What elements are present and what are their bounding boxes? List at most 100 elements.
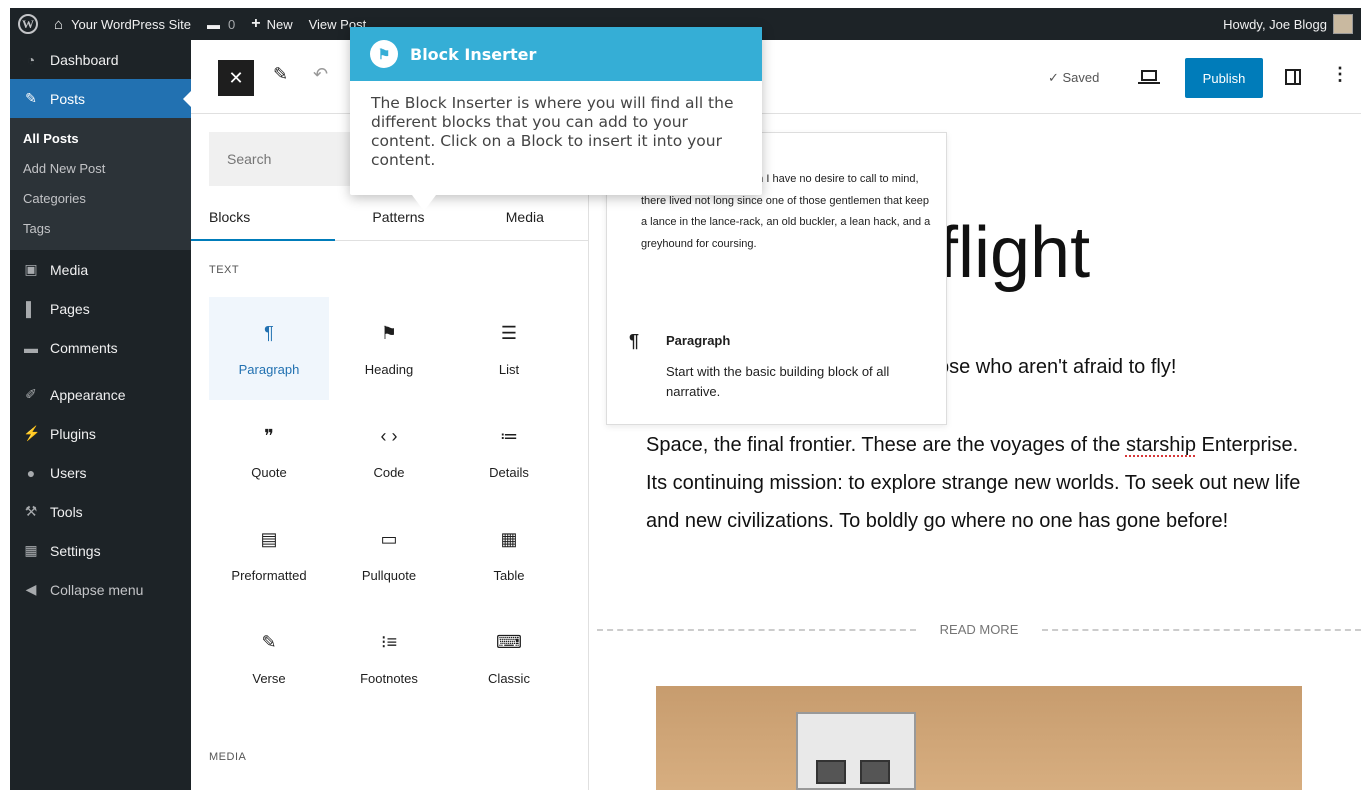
tab-blocks[interactable]: Blocks	[191, 194, 336, 241]
classic-icon: ⌨	[496, 631, 522, 652]
block-table[interactable]: ▦ Table	[449, 503, 569, 606]
close-inserter-button[interactable]: ✕	[218, 60, 254, 96]
preview-block-name: Paragraph	[666, 333, 731, 348]
block-label: List	[498, 362, 520, 377]
new-content-link[interactable]: + New	[243, 8, 300, 40]
code-icon: ‹ ›	[380, 425, 398, 446]
submenu-categories[interactable]: Categories	[10, 184, 191, 214]
menu-item-plugins[interactable]: ⚡ Plugins	[10, 414, 191, 453]
tooltip-arrow	[412, 195, 436, 211]
menu-item-comments[interactable]: ▬ Comments	[10, 328, 191, 367]
preview-desktop-icon[interactable]	[1138, 70, 1160, 84]
settings-icon: ▦	[24, 542, 38, 558]
pen-icon: ✎	[273, 64, 289, 84]
block-label: Code	[373, 465, 405, 480]
block-code[interactable]: ‹ › Code	[329, 400, 449, 503]
block-verse[interactable]: ✎ Verse	[209, 606, 329, 709]
paragraph-text-1: Space, the final frontier. These are the…	[646, 434, 1126, 456]
block-classic[interactable]: ⌨ Classic	[449, 606, 569, 709]
list-icon: ☰	[500, 322, 518, 343]
block-quote[interactable]: ❞ Quote	[209, 400, 329, 503]
menu-item-collapse[interactable]: ◀ Collapse menu	[10, 570, 191, 609]
submenu-add-new-post[interactable]: Add New Post	[10, 154, 191, 184]
block-preformatted[interactable]: ▤ Preformatted	[209, 503, 329, 606]
menu-item-users[interactable]: ● Users	[10, 453, 191, 492]
verse-icon: ✎	[261, 631, 277, 652]
menu-item-media[interactable]: ▣ Media	[10, 250, 191, 289]
submenu-all-posts[interactable]: All Posts	[10, 124, 191, 154]
post-image-rover[interactable]	[656, 686, 1302, 790]
menu-item-tools[interactable]: ⚒ Tools	[10, 492, 191, 531]
read-more-separator[interactable]: READ MORE	[597, 622, 1361, 637]
undo-button[interactable]: ↶	[313, 64, 328, 85]
wordpress-logo-button[interactable]: W	[10, 8, 46, 40]
new-label: New	[266, 16, 293, 32]
preview-block-description: Start with the basic building block of a…	[666, 364, 890, 399]
post-paragraph[interactable]: Space, the final frontier. These are the…	[646, 426, 1306, 540]
menu-item-appearance[interactable]: ✐ Appearance	[10, 375, 191, 414]
menu-label: Users	[50, 464, 87, 481]
tooltip-header: ⚑ Block Inserter	[350, 27, 762, 81]
dashed-line	[1042, 628, 1361, 631]
quote-icon: ❞	[264, 425, 274, 446]
block-list[interactable]: ☰ List	[449, 297, 569, 400]
saved-status: ✓ Saved	[1048, 70, 1100, 85]
more-options-icon[interactable]: ⋮	[1331, 64, 1349, 85]
block-pullquote[interactable]: ▭ Pullquote	[329, 503, 449, 606]
menu-label: Media	[50, 261, 89, 278]
menu-item-dashboard[interactable]: ◔ Dashboard	[10, 40, 191, 79]
block-label: Footnotes	[360, 671, 418, 686]
tab-patterns[interactable]: Patterns	[335, 194, 461, 240]
plus-icon: +	[251, 15, 261, 32]
block-inserter-tooltip: ⚑ Block Inserter The Block Inserter is w…	[350, 27, 762, 211]
footnotes-icon: ⁝≡	[380, 631, 398, 652]
menu-label: Settings	[50, 542, 101, 559]
posts-submenu: All Posts Add New Post Categories Tags	[10, 118, 191, 250]
comment-bubble-icon: ▬	[207, 16, 221, 32]
home-icon: ⌂	[54, 15, 64, 33]
rover-camera	[816, 760, 846, 784]
menu-item-pages[interactable]: ▌ Pages	[10, 289, 191, 328]
block-label: Details	[489, 465, 529, 480]
block-inserter-panel: Search Blocks Patterns Media TEXT ¶ Para…	[191, 114, 589, 790]
block-grid: ¶ Paragraph ⚑ Heading ☰ List ❞ Quote ‹ ›…	[209, 297, 571, 709]
submenu-tags[interactable]: Tags	[10, 214, 191, 244]
dashboard-icon: ◔	[26, 51, 36, 68]
block-label: Table	[493, 568, 525, 583]
menu-label: Plugins	[50, 425, 96, 442]
settings-sidebar-icon[interactable]	[1285, 69, 1301, 85]
table-icon: ▦	[500, 528, 518, 549]
flag-icon: ⚑	[370, 40, 398, 68]
rover-camera	[860, 760, 890, 784]
block-label: Pullquote	[361, 568, 417, 583]
account-menu[interactable]: Howdy, Joe Blogg	[1215, 8, 1361, 40]
tab-media[interactable]: Media	[462, 194, 588, 240]
inserter-tabs: Blocks Patterns Media	[191, 194, 588, 241]
menu-label: Dashboard	[50, 51, 119, 68]
menu-label: Posts	[50, 90, 86, 107]
site-name-link[interactable]: ⌂ Your WordPress Site	[46, 8, 199, 40]
pin-icon: ✎	[25, 90, 37, 106]
block-label: Paragraph	[238, 362, 300, 377]
block-label: Verse	[252, 671, 286, 686]
pullquote-icon: ▭	[380, 528, 398, 549]
tools-pen-button[interactable]: ✎	[273, 64, 288, 85]
comments-link[interactable]: ▬ 0	[199, 8, 243, 40]
menu-item-posts[interactable]: ✎ Posts	[10, 79, 191, 118]
block-heading[interactable]: ⚑ Heading	[329, 297, 449, 400]
window-frame	[0, 0, 10, 790]
menu-label: Pages	[50, 300, 90, 317]
tooltip-title: Block Inserter	[410, 44, 537, 64]
menu-item-settings[interactable]: ▦ Settings	[10, 531, 191, 570]
post-title[interactable]: flight	[938, 212, 1090, 294]
category-title-text: TEXT	[209, 264, 240, 276]
block-details[interactable]: ≔ Details	[449, 400, 569, 503]
block-footnotes[interactable]: ⁝≡ Footnotes	[329, 606, 449, 709]
block-paragraph[interactable]: ¶ Paragraph	[209, 297, 329, 400]
tooltip-body: The Block Inserter is where you will fin…	[371, 94, 734, 169]
pages-icon: ▌	[26, 300, 36, 317]
dashed-line	[597, 628, 916, 631]
post-subtitle[interactable]: ose who aren't afraid to fly!	[938, 356, 1176, 379]
publish-button[interactable]: Publish	[1185, 58, 1263, 98]
misspelled-word: starship	[1125, 434, 1196, 456]
